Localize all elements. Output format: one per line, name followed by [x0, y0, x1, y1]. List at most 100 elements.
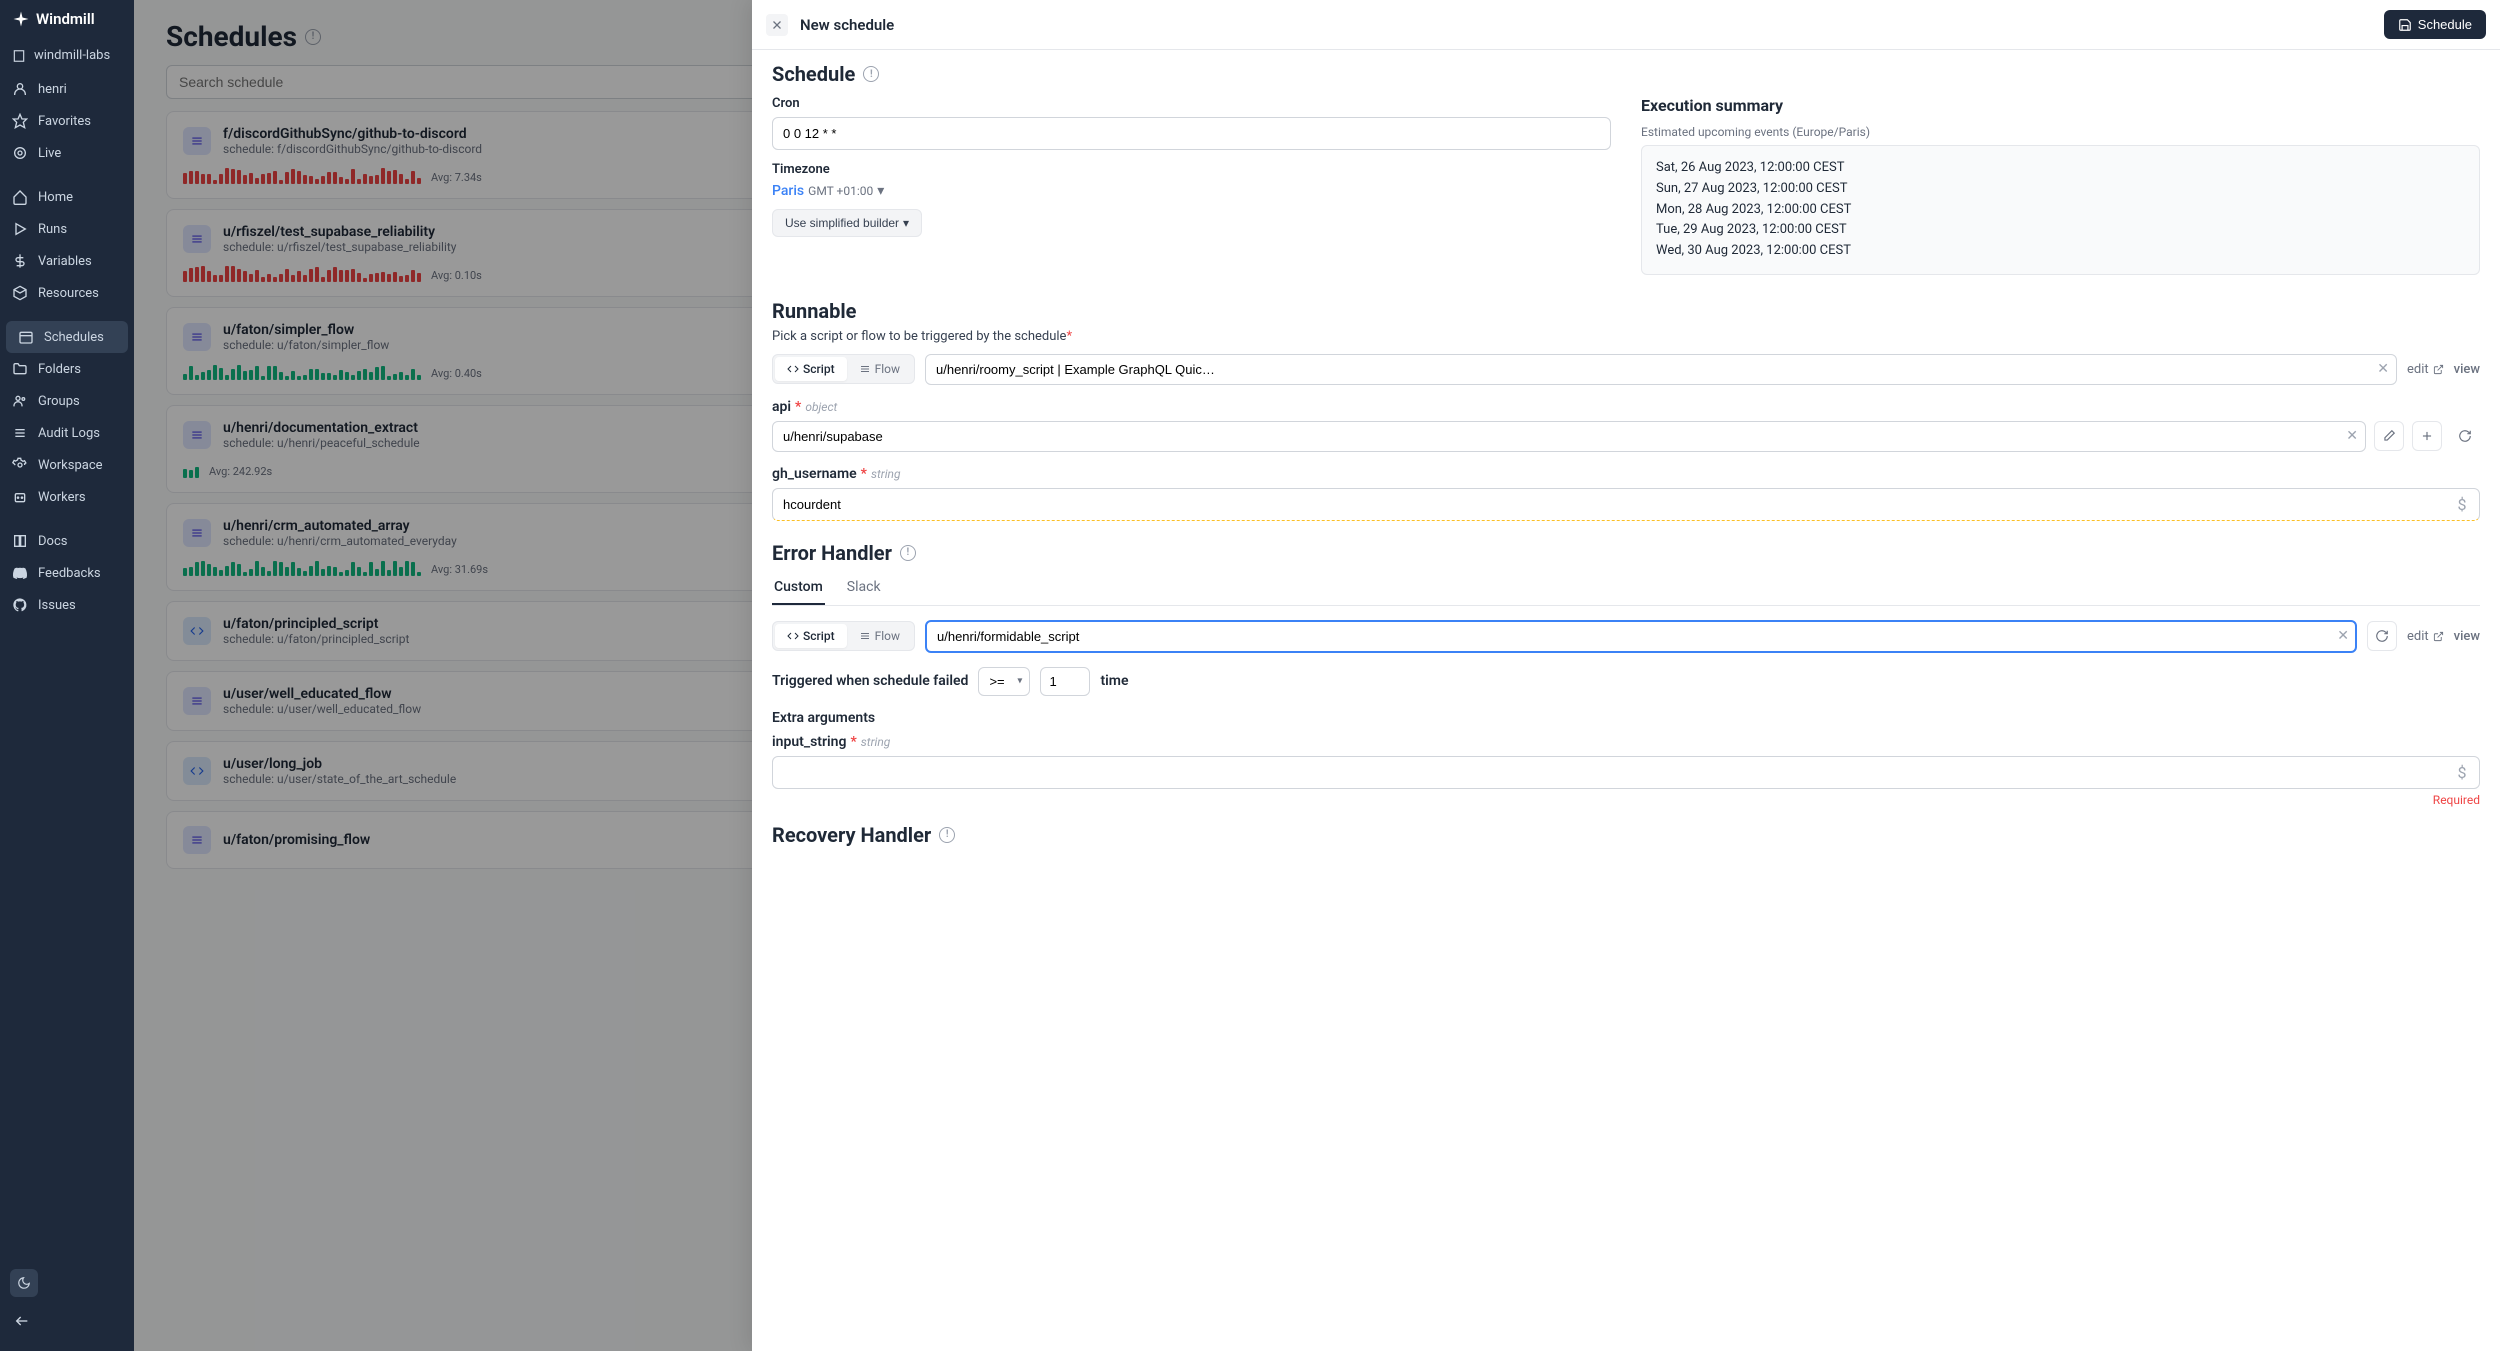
- nav-label: Feedbacks: [38, 566, 101, 581]
- box-icon: [12, 285, 28, 301]
- toggle-flow[interactable]: Flow: [847, 624, 912, 648]
- home-icon: [12, 189, 28, 205]
- api-input[interactable]: [772, 421, 2366, 452]
- info-icon[interactable]: !: [900, 545, 916, 561]
- user-menu[interactable]: henri: [0, 73, 134, 105]
- nav-label: Audit Logs: [38, 426, 100, 441]
- runnable-path-input[interactable]: [925, 354, 2397, 385]
- clear-button[interactable]: ✕: [2346, 428, 2358, 444]
- tab-slack[interactable]: Slack: [845, 571, 883, 605]
- external-link-icon: [2433, 631, 2444, 642]
- windmill-icon: [12, 10, 30, 28]
- tab-custom[interactable]: Custom: [772, 571, 825, 605]
- sidebar-collapse[interactable]: [10, 1305, 124, 1341]
- nav-label: Variables: [38, 254, 92, 269]
- code-icon: [787, 630, 799, 642]
- arrow-left-icon: [14, 1313, 30, 1329]
- toggle-script[interactable]: Script: [775, 357, 847, 381]
- refresh-icon-button[interactable]: [2450, 421, 2480, 451]
- trigger-count-input[interactable]: [1040, 667, 1090, 696]
- nav-workers[interactable]: Workers: [0, 481, 134, 513]
- nav-workspace[interactable]: Workspace: [0, 449, 134, 481]
- org-selector[interactable]: windmill-labs: [0, 38, 134, 73]
- exec-summary-title: Execution summary: [1641, 96, 2480, 115]
- timezone-offset: GMT +01:00: [808, 184, 873, 198]
- trigger-operator-select[interactable]: >=: [978, 667, 1030, 696]
- arg-gh-label: gh_username* string: [772, 466, 2480, 482]
- external-link-icon: [2433, 364, 2444, 375]
- nav-label: Favorites: [38, 114, 91, 129]
- nav-label: Schedules: [44, 330, 104, 345]
- nav-resources[interactable]: Resources: [0, 277, 134, 309]
- view-link[interactable]: view: [2454, 629, 2480, 644]
- nav-folders[interactable]: Folders: [0, 353, 134, 385]
- cron-label: Cron: [772, 96, 1611, 111]
- toggle-flow[interactable]: Flow: [847, 357, 912, 381]
- nav-schedules[interactable]: Schedules: [6, 321, 128, 353]
- schedule-save-button[interactable]: Schedule: [2384, 10, 2486, 39]
- nav-docs[interactable]: Docs: [0, 525, 134, 557]
- nav-feedbacks[interactable]: Feedbacks: [0, 557, 134, 589]
- extra-args-label: Extra arguments: [772, 710, 2480, 726]
- nav-live[interactable]: Live: [0, 137, 134, 169]
- nav-variables[interactable]: Variables: [0, 245, 134, 277]
- error-handler-input[interactable]: [925, 620, 2357, 653]
- cron-input[interactable]: [772, 117, 1611, 150]
- nav-runs[interactable]: Runs: [0, 213, 134, 245]
- gh-username-input[interactable]: [772, 488, 2480, 521]
- timezone-selector[interactable]: Paris GMT +01:00 ▾: [772, 183, 1611, 199]
- edit-link[interactable]: edit: [2407, 629, 2444, 644]
- moon-icon: [17, 1276, 31, 1290]
- nav-label: Workspace: [38, 458, 103, 473]
- nav-home[interactable]: Home: [0, 181, 134, 213]
- user-name: henri: [38, 82, 67, 97]
- flow-icon: [859, 630, 871, 642]
- gear-icon: [12, 457, 28, 473]
- runnable-section-title: Runnable: [772, 299, 2480, 323]
- view-link[interactable]: view: [2454, 362, 2480, 377]
- edit-icon-button[interactable]: [2374, 421, 2404, 451]
- nav-audit[interactable]: Audit Logs: [0, 417, 134, 449]
- edit-link[interactable]: edit: [2407, 362, 2444, 377]
- live-icon: [12, 145, 28, 161]
- flow-icon: [859, 363, 871, 375]
- calendar-icon: [18, 329, 34, 345]
- clear-button[interactable]: ✕: [2337, 628, 2349, 644]
- nav-label: Live: [38, 146, 61, 161]
- toggle-label: Script: [803, 629, 835, 643]
- nav-favorites[interactable]: Favorites: [0, 105, 134, 137]
- chevron-down-icon: ▾: [877, 183, 884, 199]
- plus-icon: [2420, 429, 2434, 443]
- robot-icon: [12, 489, 28, 505]
- new-schedule-drawer: New schedule Schedule Schedule ! Cron Ti…: [752, 0, 2500, 1351]
- folder-icon: [12, 361, 28, 377]
- github-icon: [12, 597, 28, 613]
- info-icon[interactable]: !: [939, 827, 955, 843]
- play-icon: [12, 221, 28, 237]
- theme-toggle[interactable]: [10, 1269, 38, 1297]
- error-handler-title: Error Handler !: [772, 541, 2480, 565]
- error-script-flow-toggle: Script Flow: [772, 621, 915, 651]
- nav-label: Groups: [38, 394, 80, 409]
- close-button[interactable]: [766, 14, 788, 36]
- nav-issues[interactable]: Issues: [0, 589, 134, 621]
- refresh-icon-button[interactable]: [2367, 621, 2397, 651]
- nav-label: Folders: [38, 362, 81, 377]
- toggle-label: Flow: [875, 362, 900, 376]
- variable-picker-button[interactable]: $: [2450, 492, 2474, 516]
- input-string-input[interactable]: [772, 756, 2480, 789]
- brand-text: Windmill: [36, 10, 95, 28]
- list-icon: [12, 425, 28, 441]
- book-icon: [12, 533, 28, 549]
- clear-button[interactable]: ✕: [2377, 361, 2389, 377]
- nav-groups[interactable]: Groups: [0, 385, 134, 417]
- add-icon-button[interactable]: [2412, 421, 2442, 451]
- simplified-builder-button[interactable]: Use simplified builder ▾: [772, 209, 922, 237]
- info-icon[interactable]: !: [863, 66, 879, 82]
- timezone-city: Paris: [772, 183, 804, 199]
- nav-label: Workers: [38, 490, 86, 505]
- toggle-script[interactable]: Script: [775, 624, 847, 648]
- code-icon: [787, 363, 799, 375]
- brand[interactable]: Windmill: [0, 0, 134, 38]
- variable-picker-button[interactable]: $: [2450, 760, 2474, 784]
